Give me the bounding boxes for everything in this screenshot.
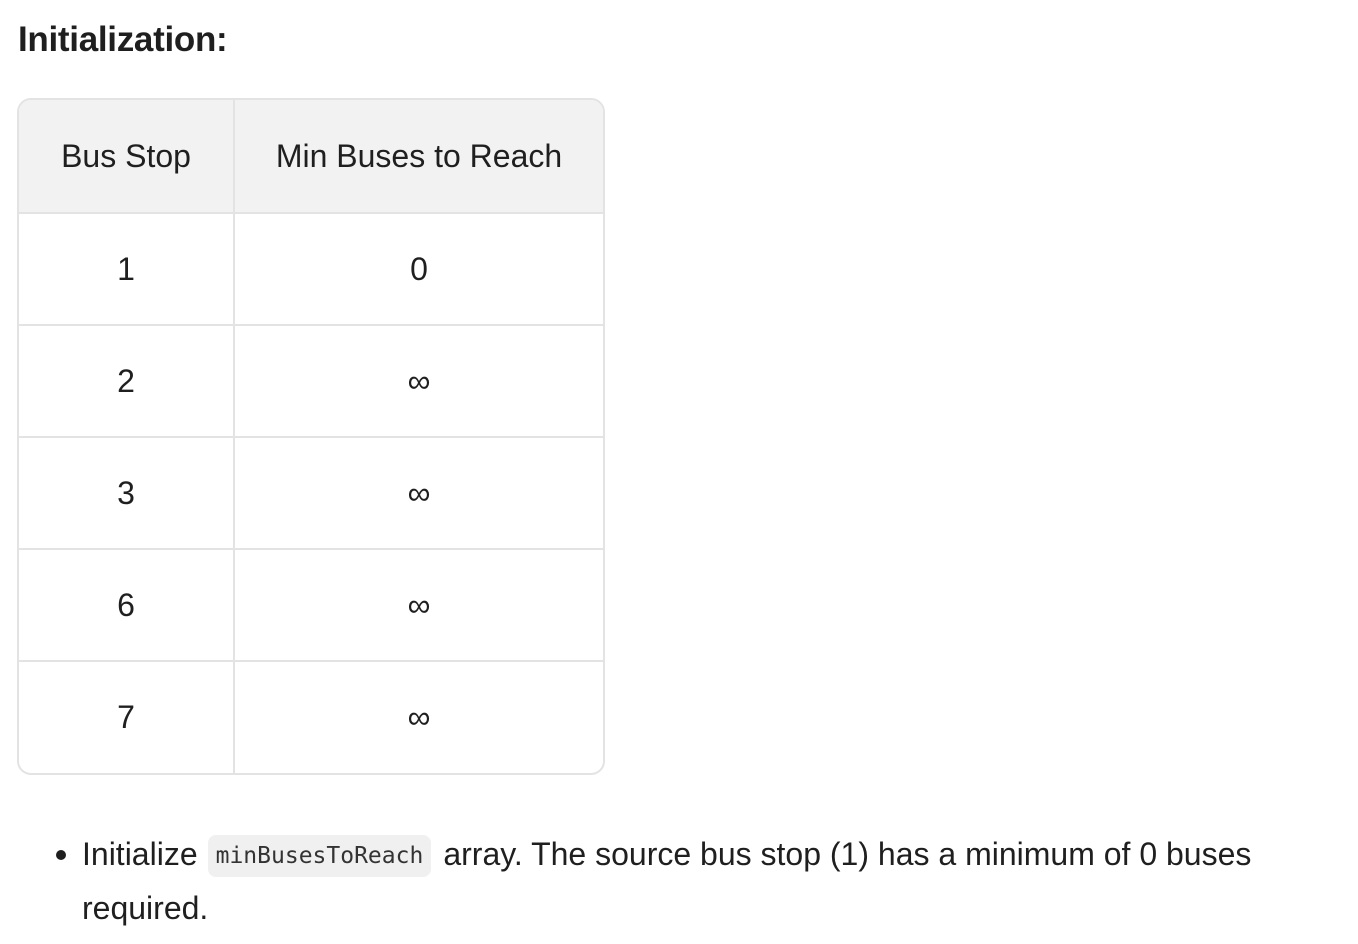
table-row: 7 ∞	[19, 660, 603, 773]
min-buses-cell: ∞	[233, 436, 603, 549]
column-header-min-buses: Min Buses to Reach	[233, 100, 603, 213]
bus-stop-cell: 7	[19, 660, 234, 773]
inline-code: minBusesToReach	[207, 835, 432, 877]
table-row: 6 ∞	[19, 548, 603, 661]
table-header-row: Bus Stop Min Buses to Reach	[19, 100, 603, 213]
table-row: 2 ∞	[19, 324, 603, 437]
min-buses-cell: ∞	[233, 660, 603, 773]
bus-stop-cell: 1	[19, 212, 234, 325]
min-buses-table: Bus Stop Min Buses to Reach 1 0 2 ∞ 3 ∞ …	[17, 98, 605, 775]
list-item: Initialize minBusesToReach array. The sour…	[50, 828, 1340, 934]
bullet-list: Initialize minBusesToReach array. The sour…	[50, 828, 1340, 934]
table-row: 1 0	[19, 212, 603, 325]
min-buses-cell: 0	[233, 212, 603, 325]
bus-stop-cell: 2	[19, 324, 234, 437]
min-buses-cell: ∞	[233, 324, 603, 437]
table-row: 3 ∞	[19, 436, 603, 549]
column-header-bus-stop: Bus Stop	[19, 100, 234, 213]
section-heading: Initialization:	[18, 20, 228, 59]
min-buses-cell: ∞	[233, 548, 603, 661]
bullet-text-prefix: Initialize	[82, 836, 198, 872]
bus-stop-cell: 3	[19, 436, 234, 549]
bus-stop-cell: 6	[19, 548, 234, 661]
